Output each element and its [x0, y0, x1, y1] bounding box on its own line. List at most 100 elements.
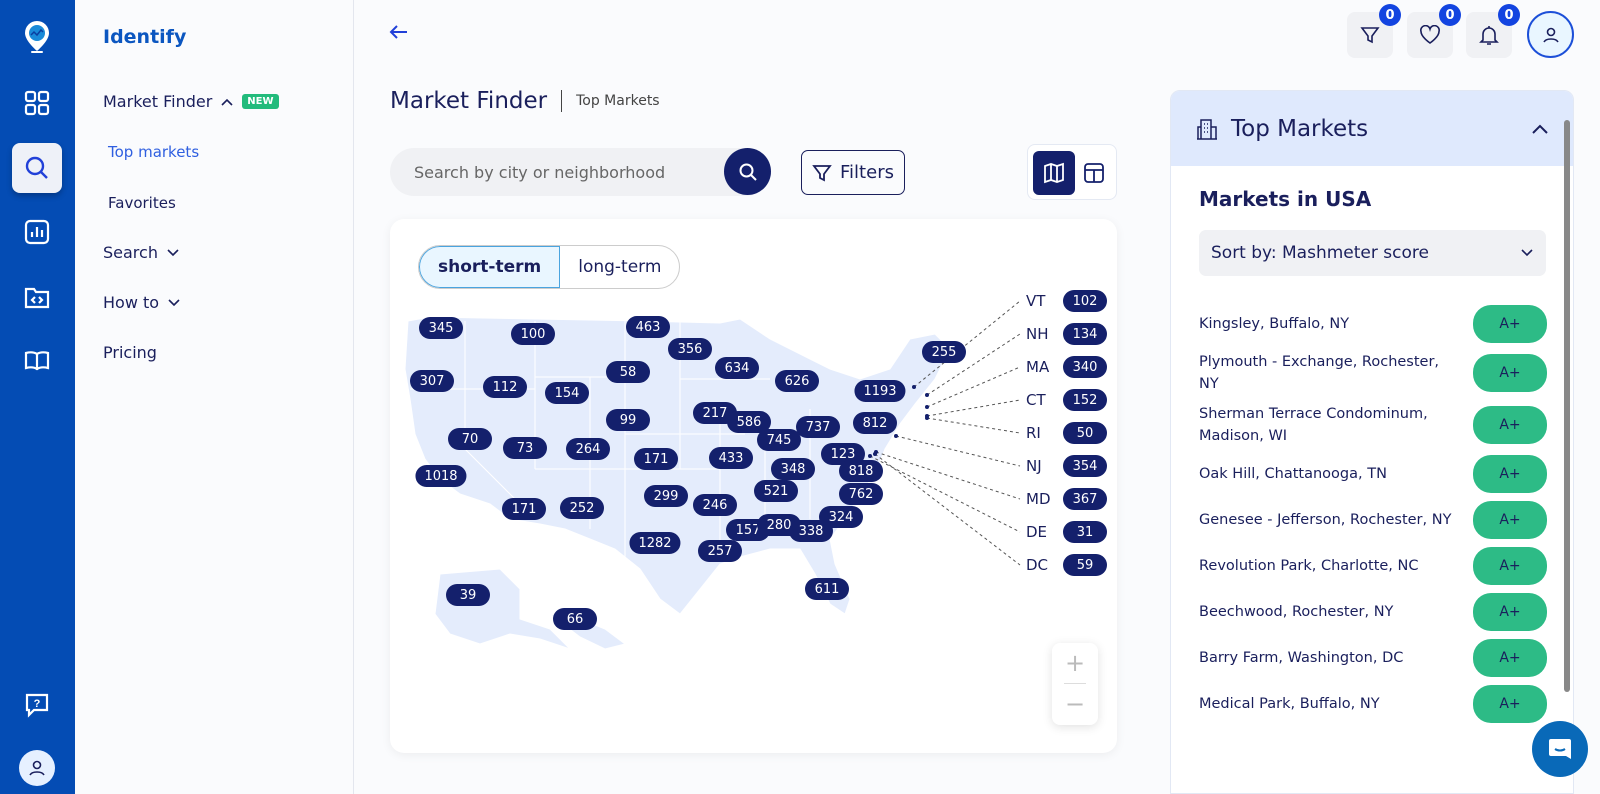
grade-badge[interactable]: A+ — [1473, 547, 1547, 585]
map-marker[interactable]: 463 — [626, 316, 670, 338]
market-name[interactable]: Kingsley, Buffalo, NY — [1199, 313, 1459, 335]
folder-code-icon[interactable] — [12, 272, 62, 322]
market-name[interactable]: Medical Park, Buffalo, NY — [1199, 693, 1459, 715]
market-list-item[interactable]: Plymouth - Exchange, Rochester, NY A+ — [1199, 347, 1547, 399]
nav-top-markets[interactable]: Top markets — [108, 143, 199, 161]
map-marker[interactable]: 154 — [545, 382, 589, 404]
map-marker[interactable]: 112 — [483, 376, 527, 398]
map-marker[interactable]: 171 — [502, 498, 546, 520]
map-marker[interactable]: 1018 — [415, 465, 467, 487]
map-marker[interactable]: 745 — [757, 429, 801, 451]
map-marker[interactable]: 433 — [709, 447, 753, 469]
small-state-marker[interactable]: 367 — [1063, 488, 1107, 510]
map-marker[interactable]: 521 — [754, 480, 798, 502]
search-input[interactable] — [414, 148, 704, 196]
favorites-button[interactable]: 0 — [1407, 4, 1461, 58]
map-marker[interactable]: 1282 — [629, 532, 681, 554]
saved-filters-button[interactable]: 0 — [1347, 4, 1401, 58]
search-button[interactable] — [724, 148, 771, 195]
user-avatar[interactable] — [19, 750, 55, 786]
map-marker[interactable]: 299 — [644, 485, 688, 507]
market-list-item[interactable]: Genesee - Jefferson, Rochester, NY A+ — [1199, 497, 1547, 543]
grade-badge[interactable]: A+ — [1473, 685, 1547, 723]
small-state-marker[interactable]: 340 — [1063, 356, 1107, 378]
grade-badge[interactable]: A+ — [1473, 501, 1547, 539]
book-icon[interactable] — [12, 336, 62, 386]
map-marker[interactable]: 307 — [410, 370, 454, 392]
back-button[interactable] — [387, 20, 411, 48]
market-list-item[interactable]: Medical Park, Buffalo, NY A+ — [1199, 681, 1547, 727]
nav-search[interactable]: Search — [103, 243, 180, 262]
map-marker[interactable]: 255 — [922, 341, 966, 363]
map-marker[interactable]: 73 — [503, 437, 547, 459]
map-marker[interactable]: 356 — [668, 338, 712, 360]
table-view-button[interactable] — [1073, 151, 1115, 195]
map-marker[interactable]: 1193 — [854, 380, 906, 402]
map-marker[interactable]: 818 — [839, 460, 883, 482]
small-state-marker[interactable]: 102 — [1063, 290, 1107, 312]
dashboard-icon[interactable] — [12, 78, 62, 128]
map-marker[interactable]: 762 — [839, 483, 883, 505]
zoom-out-button[interactable]: − — [1052, 684, 1098, 724]
map-marker[interactable]: 70 — [448, 428, 492, 450]
market-name[interactable]: Genesee - Jefferson, Rochester, NY — [1199, 509, 1459, 531]
grade-badge[interactable]: A+ — [1473, 305, 1547, 343]
market-name[interactable]: Sherman Terrace Condominum, Madison, WI — [1199, 403, 1459, 447]
map-marker[interactable]: 39 — [446, 584, 490, 606]
nav-market-finder[interactable]: Market Finder NEW — [103, 92, 279, 111]
market-list-item[interactable]: Beechwood, Rochester, NY A+ — [1199, 589, 1547, 635]
market-list-item[interactable]: Sherman Terrace Condominum, Madison, WI A… — [1199, 399, 1547, 451]
panel-scrollbar[interactable] — [1564, 120, 1570, 692]
grade-badge[interactable]: A+ — [1473, 593, 1547, 631]
map-marker[interactable]: 634 — [715, 357, 759, 379]
chevron-up-icon[interactable] — [1531, 123, 1549, 135]
map-marker[interactable]: 348 — [771, 458, 815, 480]
market-name[interactable]: Beechwood, Rochester, NY — [1199, 601, 1459, 623]
map-marker[interactable]: 611 — [805, 578, 849, 600]
map-marker[interactable]: 246 — [693, 494, 737, 516]
small-state-marker[interactable]: 59 — [1063, 554, 1107, 576]
map-marker[interactable]: 252 — [560, 497, 604, 519]
filters-button[interactable]: Filters — [801, 150, 905, 195]
map-view-button[interactable] — [1033, 151, 1075, 195]
nav-favorites[interactable]: Favorites — [108, 194, 176, 212]
map-marker[interactable]: 812 — [853, 412, 897, 434]
logo-pin-icon[interactable] — [12, 12, 62, 62]
map-marker[interactable]: 257 — [698, 540, 742, 562]
search-icon[interactable] — [12, 143, 62, 193]
help-chat-icon[interactable]: ? — [12, 680, 62, 730]
small-state-marker[interactable]: 31 — [1063, 521, 1107, 543]
market-name[interactable]: Revolution Park, Charlotte, NC — [1199, 555, 1459, 577]
market-list-item[interactable]: Barry Farm, Washington, DC A+ — [1199, 635, 1547, 681]
map-marker[interactable]: 264 — [566, 438, 610, 460]
market-list-item[interactable]: Oak Hill, Chattanooga, TN A+ — [1199, 451, 1547, 497]
grade-badge[interactable]: A+ — [1473, 455, 1547, 493]
grade-badge[interactable]: A+ — [1473, 354, 1547, 392]
market-name[interactable]: Plymouth - Exchange, Rochester, NY — [1199, 351, 1459, 395]
map-marker[interactable]: 99 — [606, 409, 650, 431]
small-state-marker[interactable]: 134 — [1063, 323, 1107, 345]
nav-how-to[interactable]: How to — [103, 293, 181, 312]
account-avatar-button[interactable] — [1527, 11, 1574, 58]
chat-button[interactable] — [1532, 721, 1588, 777]
nav-pricing[interactable]: Pricing — [103, 343, 157, 362]
map-marker[interactable]: 66 — [553, 608, 597, 630]
sort-select[interactable]: Sort by: Mashmeter score — [1199, 230, 1546, 276]
small-state-marker[interactable]: 152 — [1063, 389, 1107, 411]
analytics-icon[interactable] — [12, 207, 62, 257]
zoom-in-button[interactable]: + — [1052, 643, 1098, 683]
us-map[interactable] — [390, 219, 1117, 753]
grade-badge[interactable]: A+ — [1473, 406, 1547, 444]
market-list-item[interactable]: Revolution Park, Charlotte, NC A+ — [1199, 543, 1547, 589]
map-marker[interactable]: 171 — [634, 448, 678, 470]
market-name[interactable]: Oak Hill, Chattanooga, TN — [1199, 463, 1459, 485]
notifications-button[interactable]: 0 — [1466, 4, 1520, 58]
map-marker[interactable]: 737 — [796, 416, 840, 438]
map-marker[interactable]: 58 — [606, 361, 650, 383]
small-state-marker[interactable]: 50 — [1063, 422, 1107, 444]
panel-header[interactable]: Top Markets — [1171, 91, 1573, 166]
market-list-item[interactable]: Kingsley, Buffalo, NY A+ — [1199, 301, 1547, 347]
map-marker[interactable]: 100 — [511, 323, 555, 345]
grade-badge[interactable]: A+ — [1473, 639, 1547, 677]
market-name[interactable]: Barry Farm, Washington, DC — [1199, 647, 1459, 669]
